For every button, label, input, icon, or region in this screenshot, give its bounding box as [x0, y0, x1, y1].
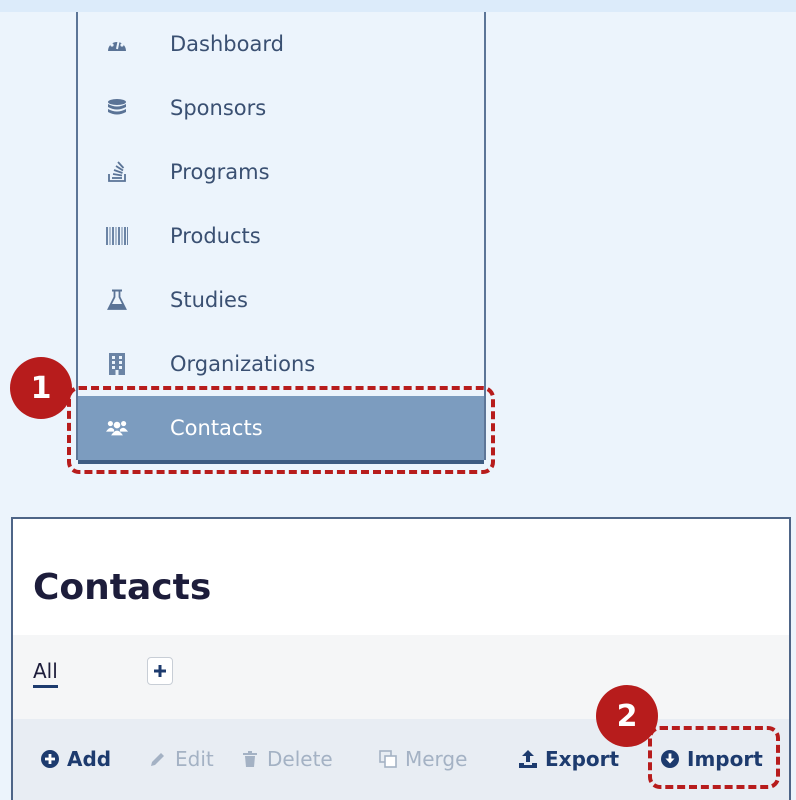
- programs-icon: [106, 161, 128, 183]
- sidebar-item-label: Studies: [170, 288, 248, 312]
- sidebar-item-label: Programs: [170, 160, 270, 184]
- pencil-icon: [149, 750, 167, 768]
- flask-icon: [106, 289, 128, 311]
- sidebar-item-studies[interactable]: Studies: [78, 268, 484, 332]
- sidebar-item-label: Organizations: [170, 352, 316, 376]
- export-label: Export: [545, 747, 620, 771]
- plus-circle-icon: [41, 750, 59, 768]
- sidebar-item-sponsors[interactable]: Sponsors: [78, 76, 484, 140]
- page-title: Contacts: [33, 567, 212, 608]
- sidebar-item-label: Dashboard: [170, 32, 284, 56]
- trash-icon: [241, 750, 259, 768]
- sidebar-item-label: Products: [170, 224, 261, 248]
- delete-label: Delete: [267, 747, 333, 771]
- edit-label: Edit: [175, 747, 214, 771]
- merge-button[interactable]: Merge: [379, 747, 467, 771]
- tab-all[interactable]: All: [33, 659, 58, 688]
- sidebar-item-dashboard[interactable]: Dashboard: [78, 12, 484, 76]
- add-tab-button[interactable]: [147, 657, 173, 685]
- plus-icon: [154, 665, 166, 677]
- sidebar-item-label: Sponsors: [170, 96, 267, 120]
- edit-button[interactable]: Edit: [149, 747, 214, 771]
- dashboard-icon: [106, 33, 128, 55]
- upload-icon: [519, 750, 537, 768]
- sidebar-item-products[interactable]: Products: [78, 204, 484, 268]
- merge-icon: [379, 750, 397, 768]
- database-icon: [106, 97, 128, 119]
- add-label: Add: [67, 747, 112, 771]
- building-icon: [106, 353, 128, 375]
- add-button[interactable]: Add: [41, 747, 111, 771]
- contacts-highlight: [67, 386, 495, 474]
- export-button[interactable]: Export: [519, 747, 619, 771]
- step-2-badge: 2: [596, 685, 658, 747]
- step-1-badge: 1: [10, 357, 72, 419]
- tabs-bar: All: [13, 635, 789, 719]
- top-band: [0, 0, 796, 12]
- merge-label: Merge: [405, 747, 468, 771]
- import-highlight: [648, 726, 780, 789]
- barcode-icon: [106, 225, 128, 247]
- sidebar-item-programs[interactable]: Programs: [78, 140, 484, 204]
- delete-button[interactable]: Delete: [241, 747, 333, 771]
